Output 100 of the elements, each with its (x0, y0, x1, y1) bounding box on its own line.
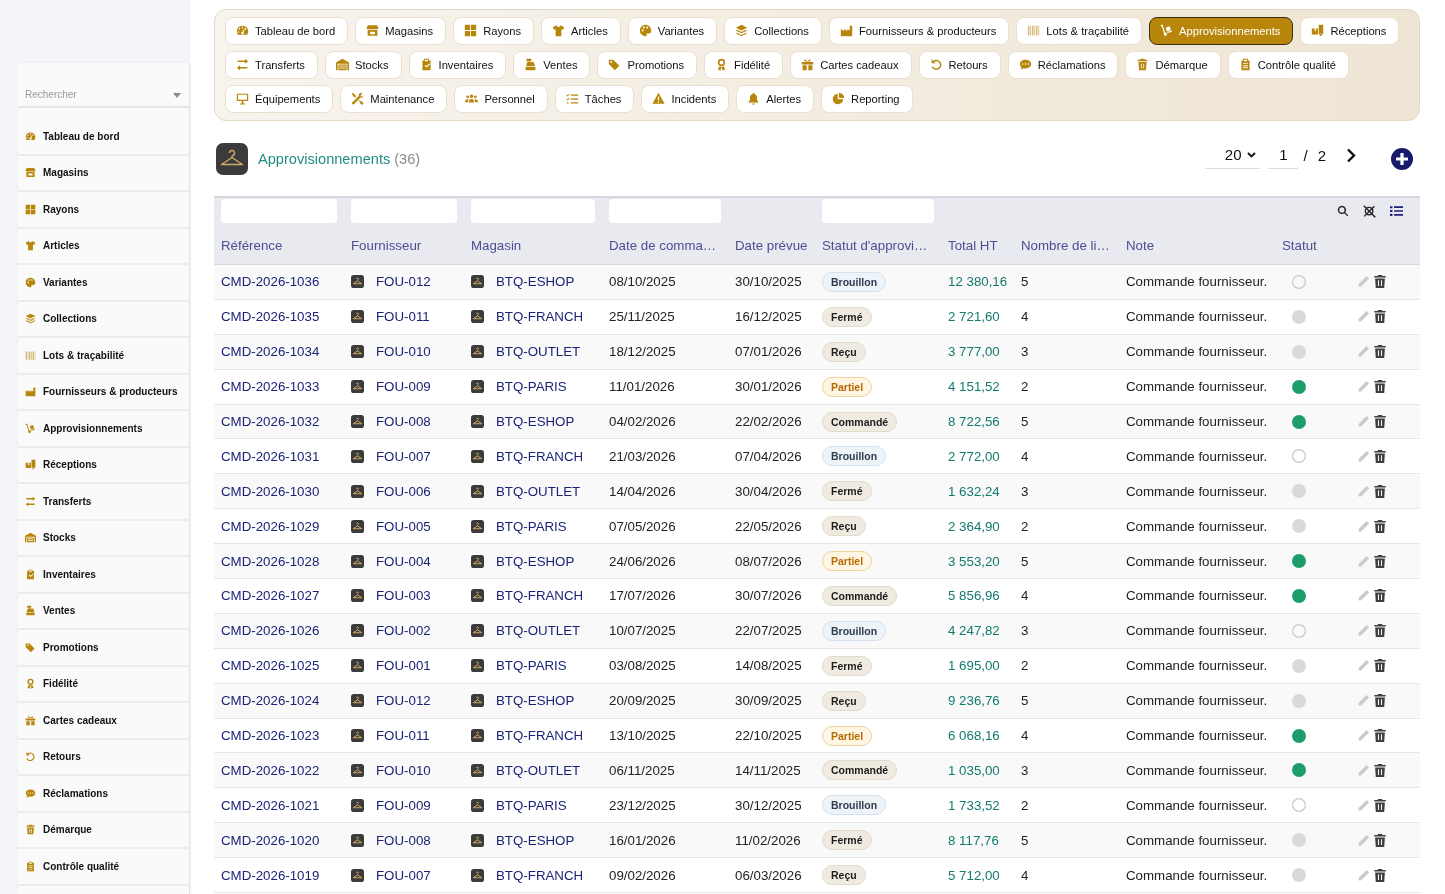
nav-tab[interactable]: Maintenance (340, 85, 448, 113)
nav-tab[interactable]: Réceptions (1300, 17, 1400, 45)
nav-tab[interactable]: Magasins (355, 17, 447, 45)
search-icon[interactable] (1337, 205, 1349, 217)
sidebar-item[interactable]: Fidélité (18, 666, 189, 703)
column-header[interactable]: Magasin (464, 238, 522, 253)
supplier-link[interactable]: FOU-012 (376, 274, 431, 290)
trash-icon[interactable] (1374, 484, 1386, 498)
sidebar-item[interactable]: Ventes (18, 593, 189, 630)
column-header[interactable]: Note (1119, 238, 1155, 253)
nav-tab[interactable]: Personnel (454, 85, 548, 113)
nav-tab[interactable]: Incidents (641, 85, 730, 113)
nav-tab[interactable]: Promotions (597, 51, 698, 79)
trash-icon[interactable] (1374, 624, 1386, 638)
nav-tab[interactable]: Démarque (1125, 51, 1221, 79)
nav-tab[interactable]: Reporting (821, 85, 913, 113)
nav-tab[interactable]: Variantes (627, 17, 718, 45)
nav-tab[interactable]: Collections (724, 17, 822, 45)
store-link[interactable]: BTQ-PARIS (496, 379, 567, 395)
order-reference-link[interactable]: CMD-2026-1019 (221, 867, 320, 883)
sidebar-item[interactable]: Rayons (18, 192, 189, 229)
trash-icon[interactable] (1374, 275, 1386, 289)
supplier-link[interactable]: FOU-011 (376, 728, 430, 743)
supplier-link[interactable]: FOU-003 (376, 588, 431, 604)
filter-field[interactable] (609, 199, 721, 223)
nav-tab[interactable]: Ventes (513, 51, 591, 79)
page-size-select[interactable]: 20 (1205, 141, 1261, 169)
nav-tab[interactable]: Lots & traçabilité (1016, 17, 1143, 45)
order-reference-link[interactable]: CMD-2026-1031 (221, 448, 320, 464)
column-header[interactable]: Statut d'approvi… (815, 238, 928, 253)
sidebar-item[interactable]: Retours (18, 739, 189, 776)
trash-icon[interactable] (1374, 554, 1386, 568)
list-icon[interactable] (1390, 205, 1403, 217)
nav-tab[interactable]: Stocks (324, 51, 402, 79)
trash-icon[interactable] (1374, 519, 1386, 533)
store-link[interactable]: BTQ-FRANCH (496, 867, 584, 883)
nav-tab[interactable]: Transferts (225, 51, 318, 79)
store-link[interactable]: BTQ-FRANCH (496, 448, 584, 464)
trash-icon[interactable] (1374, 310, 1386, 324)
order-reference-link[interactable]: CMD-2026-1030 (221, 483, 320, 499)
supplier-link[interactable]: FOU-009 (376, 797, 431, 813)
supplier-link[interactable]: FOU-009 (376, 379, 431, 395)
order-reference-link[interactable]: CMD-2026-1024 (221, 693, 320, 709)
trash-icon[interactable] (1374, 415, 1386, 428)
sidebar-item[interactable]: Magasins (18, 155, 189, 192)
supplier-link[interactable]: FOU-010 (376, 762, 431, 778)
trash-icon[interactable] (1374, 345, 1386, 359)
nav-tab[interactable]: Retours (918, 51, 1001, 79)
caret-down-icon[interactable] (173, 93, 181, 98)
order-reference-link[interactable]: CMD-2026-1021 (221, 797, 320, 813)
column-header[interactable]: Nombre de li… (1014, 238, 1110, 253)
supplier-link[interactable]: FOU-006 (376, 483, 431, 499)
supplier-link[interactable]: FOU-008 (376, 832, 431, 848)
store-link[interactable]: BTQ-ESHOP (496, 274, 575, 290)
order-reference-link[interactable]: CMD-2026-1025 (221, 658, 320, 674)
nav-tab[interactable]: Rayons (453, 17, 535, 45)
store-link[interactable]: BTQ-ESHOP (496, 832, 575, 848)
sidebar-item[interactable]: Variantes (18, 265, 189, 302)
order-reference-link[interactable]: CMD-2026-1034 (221, 344, 320, 360)
nav-tab[interactable]: Inventaires (408, 51, 507, 79)
nav-tab[interactable]: Articles (541, 17, 621, 45)
supplier-link[interactable]: FOU-001 (376, 658, 431, 674)
sidebar-item[interactable]: Transferts (18, 484, 189, 521)
sidebar-item[interactable]: Fournisseurs & producteurs (18, 374, 189, 411)
order-reference-link[interactable]: CMD-2026-1023 (221, 728, 320, 743)
nav-tab[interactable]: Équipements (225, 85, 334, 113)
order-reference-link[interactable]: CMD-2026-1032 (221, 414, 320, 429)
trash-icon[interactable] (1374, 729, 1386, 742)
store-link[interactable]: BTQ-OUTLET (496, 762, 581, 778)
order-reference-link[interactable]: CMD-2026-1022 (221, 762, 320, 778)
supplier-link[interactable]: FOU-008 (376, 414, 431, 429)
column-header[interactable]: Référence (214, 238, 283, 253)
column-header[interactable]: Date prévue (728, 238, 808, 253)
store-link[interactable]: BTQ-OUTLET (496, 623, 581, 639)
nav-tab[interactable]: Contrôle qualité (1227, 51, 1350, 79)
sidebar-item[interactable]: Démarque (18, 812, 189, 849)
store-link[interactable]: BTQ-ESHOP (496, 553, 575, 569)
sidebar-item[interactable]: Réceptions (18, 447, 189, 484)
trash-icon[interactable] (1374, 798, 1386, 812)
search-field[interactable]: Rechercher (18, 83, 189, 108)
search-cross-icon[interactable] (1363, 204, 1376, 218)
order-reference-link[interactable]: CMD-2026-1028 (221, 553, 320, 569)
supplier-link[interactable]: FOU-005 (376, 518, 431, 534)
nav-tab[interactable]: Tableau de bord (225, 17, 349, 45)
column-header[interactable]: Total HT (941, 238, 998, 253)
supplier-link[interactable]: FOU-012 (376, 693, 431, 709)
column-header[interactable]: Statut (1275, 238, 1317, 253)
order-reference-link[interactable]: CMD-2026-1020 (221, 832, 320, 848)
sidebar-item[interactable]: Approvisionnements (18, 411, 189, 448)
nav-tab[interactable]: Fournisseurs & producteurs (828, 17, 1010, 45)
nav-tab[interactable]: Réclamations (1007, 51, 1119, 79)
order-reference-link[interactable]: CMD-2026-1036 (221, 274, 320, 290)
sidebar-item[interactable]: Inventaires (18, 557, 189, 594)
nav-tab[interactable]: Alertes (736, 85, 815, 113)
filter-field[interactable] (221, 199, 337, 223)
filter-field[interactable] (351, 199, 457, 223)
sidebar-item[interactable]: Lots & traçabilité (18, 338, 189, 375)
nav-tab[interactable]: Fidélité (704, 51, 784, 79)
trash-icon[interactable] (1374, 694, 1386, 708)
sidebar-item[interactable]: Collections (18, 301, 189, 338)
